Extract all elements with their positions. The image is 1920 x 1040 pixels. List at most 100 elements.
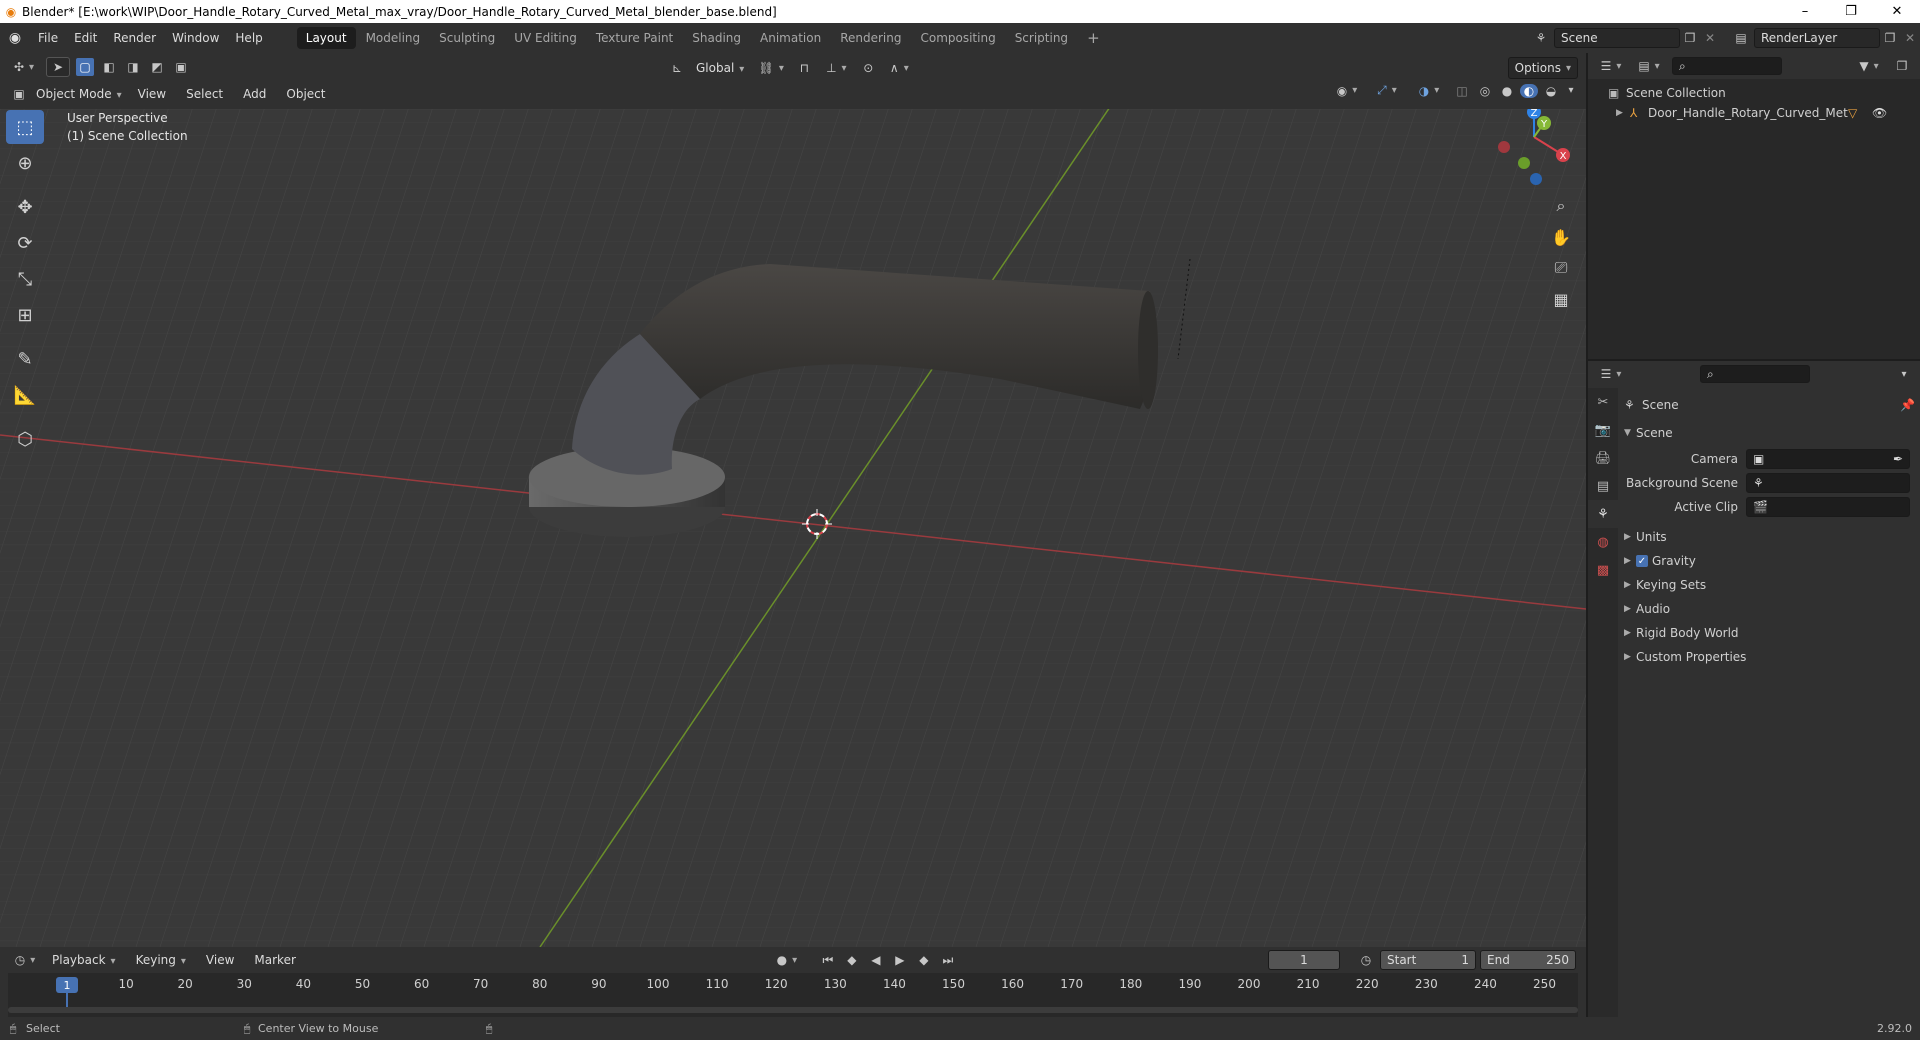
menu-marker[interactable]: Marker (246, 949, 303, 971)
gizmo-neg-z-handle[interactable] (1530, 173, 1542, 185)
menu-playback[interactable]: Playback (44, 949, 124, 971)
play-icon[interactable]: ▶ (890, 953, 910, 967)
select-mode-intersect-icon[interactable]: ▣ (172, 60, 190, 74)
cursor-tool[interactable]: ⊕ (6, 146, 44, 180)
current-frame-marker[interactable]: 1 (56, 977, 78, 993)
render-tab-icon[interactable]: 📷 (1588, 416, 1618, 444)
eyedropper-icon[interactable]: ✒ (1893, 452, 1903, 466)
menu-help[interactable]: Help (227, 27, 270, 49)
panel-rigid-body-world[interactable]: ▶ Rigid Body World (1624, 621, 1916, 645)
panel-gravity[interactable]: ▶ ✓ Gravity (1624, 549, 1916, 573)
background-scene-field[interactable]: ⚘ (1746, 473, 1910, 493)
select-tool-icon[interactable]: ➤ (46, 57, 70, 77)
tab-scripting[interactable]: Scripting (1006, 27, 1077, 49)
timeline-editor-type-icon[interactable]: ◷ (10, 953, 40, 967)
menu-keying[interactable]: Keying (128, 949, 194, 971)
rendered-shading-icon[interactable]: ◒ (1542, 84, 1560, 98)
gizmo-neg-y-handle[interactable] (1518, 157, 1530, 169)
camera-field[interactable]: ▣ ✒ (1746, 449, 1910, 469)
select-box-tool[interactable]: ⬚ (6, 110, 44, 144)
menu-object[interactable]: Object (278, 83, 333, 105)
properties-editor-type-icon[interactable]: ☰ (1596, 367, 1626, 381)
menu-view[interactable]: View (130, 83, 174, 105)
annotate-tool[interactable]: ✎ (6, 342, 44, 376)
snap-icon[interactable]: ⊓ (794, 61, 814, 75)
3d-viewport[interactable]: Z X Y User Perspective (1) Scene Collect… (0, 109, 1586, 947)
auto-keying-icon[interactable]: ● (772, 953, 802, 967)
delete-scene-icon[interactable]: ✕ (1700, 31, 1720, 45)
panel-custom-properties[interactable]: ▶ Custom Properties (1624, 645, 1916, 669)
preview-range-icon[interactable]: ◷ (1356, 953, 1376, 967)
tab-animation[interactable]: Animation (751, 27, 830, 49)
select-mode-subtract-icon[interactable]: ◨ (124, 60, 142, 74)
select-mode-new-icon[interactable]: ▢ (76, 58, 94, 76)
tab-uv-editing[interactable]: UV Editing (505, 27, 586, 49)
timeline-ruler[interactable]: 10 20 30 40 50 60 70 80 90 100 110 120 130 140 150 160 1… (8, 973, 1578, 1017)
menu-select[interactable]: Select (178, 83, 231, 105)
menu-edit[interactable]: Edit (66, 27, 105, 49)
delete-view-layer-icon[interactable]: ✕ (1900, 31, 1920, 45)
gizmo-icon[interactable]: ⤢ (1368, 83, 1406, 98)
tab-sculpting[interactable]: Sculpting (430, 27, 504, 49)
new-scene-icon[interactable]: ❐ (1680, 31, 1700, 45)
transform-tool[interactable]: ⊞ (6, 298, 44, 332)
tab-modeling[interactable]: Modeling (357, 27, 430, 49)
menu-window[interactable]: Window (164, 27, 227, 49)
jump-end-icon[interactable]: ⏭ (938, 953, 958, 968)
outliner-editor-type-icon[interactable]: ☰ (1596, 59, 1626, 73)
render-layer-selector[interactable]: RenderLayer (1754, 28, 1880, 48)
filter-icon[interactable]: ▼ (1854, 59, 1884, 73)
add-cube-tool[interactable]: ⬡ (6, 422, 44, 456)
orthographic-grid-icon[interactable]: ▦ (1548, 286, 1574, 312)
display-mode-icon[interactable]: ▤ (1634, 59, 1664, 73)
add-workspace-button[interactable]: + (1078, 27, 1109, 49)
jump-keyframe-forward-icon[interactable]: ◆ (914, 953, 934, 967)
output-tab-icon[interactable]: 🖨 (1588, 444, 1618, 472)
outliner-root[interactable]: ▣ Scene Collection (1608, 83, 1920, 103)
pivot-point-icon[interactable]: ⛓ (754, 61, 788, 75)
timeline-scrollbar[interactable] (8, 1007, 1578, 1013)
tool-settings-tab-icon[interactable]: ✂ (1588, 388, 1618, 416)
tab-layout[interactable]: Layout (296, 27, 356, 49)
visibility-icon[interactable]: ◉ (1330, 84, 1364, 98)
properties-search-input[interactable]: ⌕ (1700, 365, 1810, 383)
minimize-button[interactable]: – (1782, 0, 1828, 23)
camera-view-icon[interactable]: ⎚ (1548, 255, 1574, 281)
proportional-edit-icon[interactable]: ⊙ (858, 61, 878, 75)
tab-rendering[interactable]: Rendering (831, 27, 910, 49)
panel-audio[interactable]: ▶ Audio (1624, 597, 1916, 621)
blender-menu-icon[interactable]: ◉ (0, 30, 30, 46)
texture-tab-icon[interactable]: ▩ (1588, 556, 1618, 584)
panel-keying-sets[interactable]: ▶ Keying Sets (1624, 573, 1916, 597)
outliner-item[interactable]: ▶ ⅄ Door_Handle_Rotary_Curved_Metal ▽ 👁 (1616, 103, 1920, 123)
end-frame-field[interactable]: End 250 (1480, 950, 1576, 970)
editor-type-icon[interactable]: ✣ (8, 60, 40, 74)
object-mode-dropdown[interactable]: Object Mode (32, 83, 126, 105)
active-clip-field[interactable]: 🎬 (1746, 497, 1910, 517)
select-mode-extend-icon[interactable]: ◧ (100, 60, 118, 74)
menu-file[interactable]: File (30, 27, 66, 49)
pan-hand-icon[interactable]: ✋ (1548, 224, 1574, 250)
select-mode-invert-icon[interactable]: ◩ (148, 60, 166, 74)
material-shading-icon[interactable]: ◐ (1520, 83, 1538, 98)
move-tool[interactable]: ✥ (6, 190, 44, 224)
snap-target-icon[interactable]: ⊥ (820, 61, 852, 75)
view-layer-icon[interactable]: ▤ (1728, 31, 1754, 45)
menu-add[interactable]: Add (235, 83, 274, 105)
tab-compositing[interactable]: Compositing (911, 27, 1004, 49)
solid-shading-icon[interactable]: ● (1498, 84, 1516, 98)
scene-icon[interactable]: ⚘ (1528, 31, 1554, 45)
restore-button[interactable]: ❐ (1828, 0, 1874, 23)
options-dropdown[interactable]: Options (1507, 57, 1578, 79)
play-reverse-icon[interactable]: ◀ (866, 953, 886, 967)
world-tab-icon[interactable]: ◍ (1588, 528, 1618, 556)
start-frame-field[interactable]: Start 1 (1380, 950, 1476, 970)
current-frame-field[interactable]: 1 (1268, 950, 1340, 970)
gravity-checkbox[interactable]: ✓ (1636, 555, 1648, 567)
outliner-search-input[interactable]: ⌕ (1672, 57, 1782, 75)
view-layer-tab-icon[interactable]: ▤ (1588, 472, 1618, 500)
shading-options-icon[interactable]: ▾ (1564, 85, 1578, 96)
transform-orientation-dropdown[interactable]: Global (692, 57, 748, 79)
wireframe-shading-icon[interactable]: ◎ (1476, 84, 1494, 98)
menu-render[interactable]: Render (105, 27, 164, 49)
